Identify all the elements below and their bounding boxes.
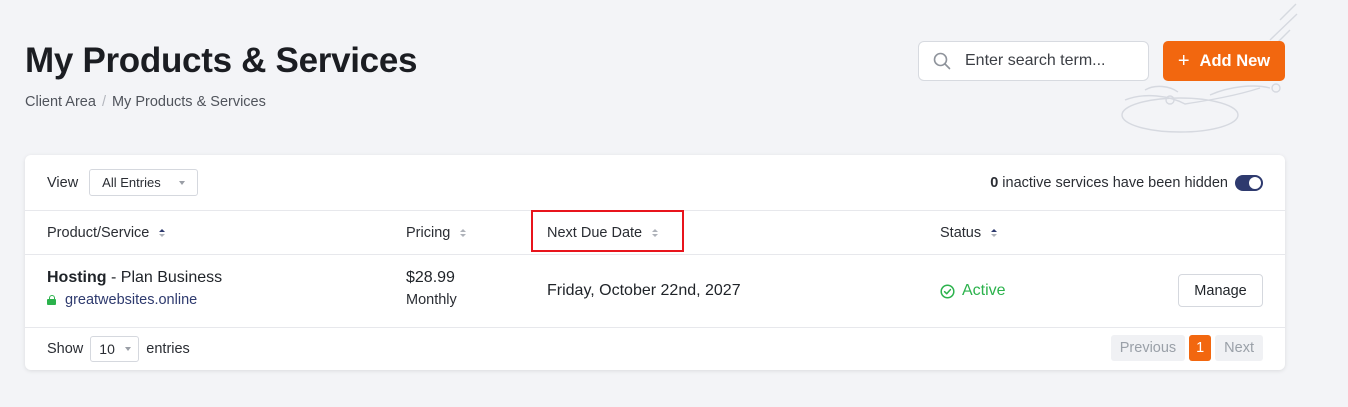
- domain-link[interactable]: greatwebsites.online: [47, 292, 222, 308]
- search-box[interactable]: [918, 41, 1149, 81]
- breadcrumb-item-client-area[interactable]: Client Area: [25, 94, 96, 110]
- breadcrumb-item-current: My Products & Services: [111, 94, 266, 110]
- add-new-label: Add New: [1199, 51, 1271, 70]
- table-footer: Show 10 entries Previous 1 Next: [25, 328, 1285, 369]
- entries-label: entries: [146, 341, 190, 357]
- column-header-label: Next Due Date: [547, 225, 643, 241]
- product-cell: Hosting - Plan Business greatwebsites.on…: [47, 269, 222, 308]
- page-length-select[interactable]: 10: [90, 336, 140, 362]
- view-label: View: [47, 174, 79, 191]
- check-circle-icon: [940, 283, 955, 299]
- inactive-services-note: 0 inactive services have been hidden: [990, 175, 1228, 191]
- status-badge: Active: [940, 282, 1006, 300]
- show-inactive-toggle[interactable]: [1235, 174, 1263, 191]
- table-header: Product/Service Pricing Next Due Date St…: [25, 210, 1285, 255]
- page-length-value: 10: [99, 341, 115, 357]
- chevron-down-icon: [178, 180, 185, 185]
- inactive-count: 0: [990, 174, 999, 191]
- product-name: Hosting - Plan Business: [47, 269, 222, 287]
- plus-icon: +: [1177, 50, 1190, 72]
- inactive-text: inactive services have been hidden: [1002, 174, 1228, 191]
- breadcrumb-separator: /: [101, 94, 106, 110]
- sort-icon: [652, 229, 659, 237]
- lock-icon: [47, 295, 56, 305]
- column-header-next-due-date[interactable]: Next Due Date: [547, 211, 659, 255]
- column-header-pricing[interactable]: Pricing: [406, 211, 467, 255]
- product-type: Hosting: [47, 269, 107, 286]
- search-input[interactable]: [965, 52, 1135, 70]
- view-filter-value: All Entries: [102, 175, 161, 190]
- add-new-button[interactable]: + Add New: [1163, 41, 1285, 81]
- page-title: My Products & Services: [25, 41, 418, 80]
- page-length-control: Show 10 entries: [47, 336, 190, 362]
- sort-icon: [460, 229, 467, 237]
- column-header-product[interactable]: Product/Service: [47, 211, 166, 255]
- sort-icon: [159, 229, 166, 237]
- breadcrumb: Client Area / My Products & Services: [25, 94, 417, 110]
- pagination-page-current[interactable]: 1: [1189, 335, 1212, 361]
- pagination: Previous 1 Next: [1110, 335, 1263, 361]
- view-filter-select[interactable]: All Entries: [89, 169, 198, 196]
- sort-icon: [991, 229, 998, 237]
- due-date-cell: Friday, October 22nd, 2027: [547, 282, 741, 299]
- services-card: View All Entries 0 inactive services hav…: [25, 155, 1285, 370]
- page-header: My Products & Services Client Area / My …: [25, 40, 417, 110]
- product-plan: - Plan Business: [106, 269, 223, 286]
- show-label: Show: [47, 341, 84, 357]
- search-icon: [933, 52, 951, 70]
- table-row[interactable]: Hosting - Plan Business greatwebsites.on…: [25, 255, 1285, 328]
- domain-text: greatwebsites.online: [65, 292, 198, 308]
- manage-button[interactable]: Manage: [1178, 274, 1263, 307]
- chevron-down-icon: [124, 347, 131, 351]
- price-amount: $28.99: [406, 269, 455, 286]
- billing-cycle: Monthly: [406, 292, 457, 308]
- pagination-next[interactable]: Next: [1215, 335, 1263, 361]
- table-toolbar: View All Entries 0 inactive services hav…: [25, 155, 1285, 211]
- column-header-label: Status: [940, 225, 982, 241]
- pricing-cell: $28.99 Monthly: [406, 269, 457, 308]
- column-header-status[interactable]: Status: [940, 211, 998, 255]
- pagination-previous[interactable]: Previous: [1110, 335, 1186, 361]
- column-header-label: Product/Service: [47, 225, 150, 241]
- status-text: Active: [962, 282, 1006, 299]
- column-header-label: Pricing: [406, 225, 451, 241]
